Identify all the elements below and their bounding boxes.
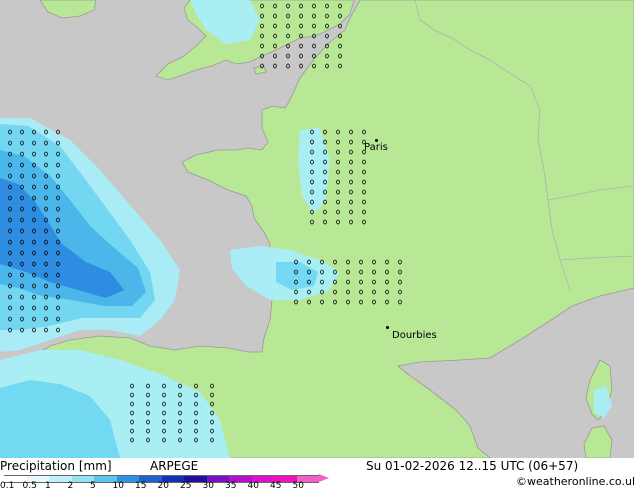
model-name: ARPEGE [150, 459, 199, 473]
copyright: ©weatheronline.co.uk [516, 475, 634, 488]
legend-title: Precipitation [mm] [0, 459, 112, 473]
city-label-paris: Paris [364, 142, 388, 153]
colorbar-arrow [319, 474, 329, 482]
city-dot-dourbies [386, 326, 389, 329]
city-label-dourbies: Dourbies [392, 330, 437, 341]
weather-map [0, 0, 634, 458]
valid-datetime: Su 01-02-2026 12..15 UTC (06+57) [366, 459, 579, 473]
